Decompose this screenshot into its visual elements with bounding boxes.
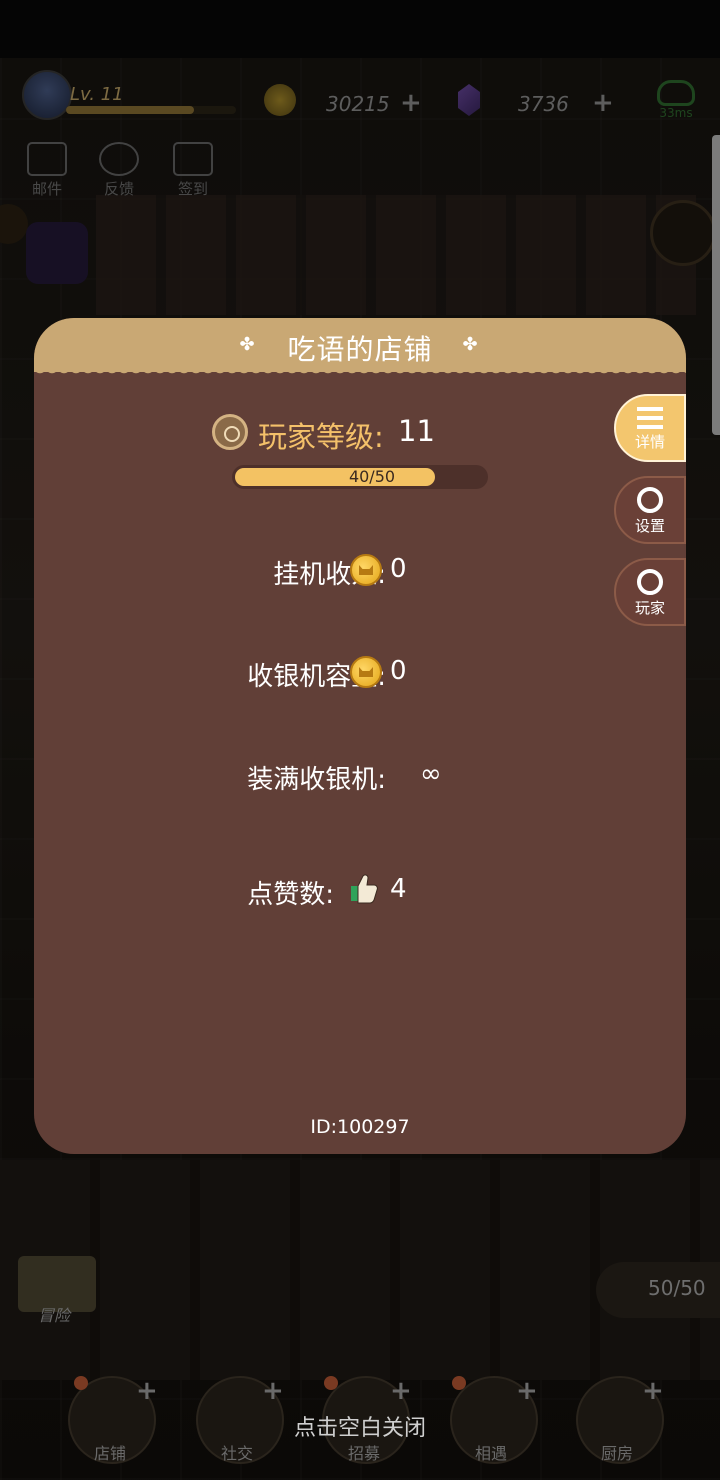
tab-settings-label: 设置 (634, 517, 665, 535)
nav-shop-plus: + (136, 1376, 158, 1406)
level-progress-text: 40/50 (348, 467, 396, 486)
encounter-alert-dot (452, 1376, 466, 1390)
gear-icon (637, 487, 663, 513)
likes-label: 点赞数: (247, 880, 334, 910)
cat-coin-icon (350, 554, 382, 586)
tab-player[interactable]: 玩家 (614, 558, 686, 626)
nav-encounter-plus: + (516, 1376, 538, 1406)
tab-details[interactable]: 详情 (614, 394, 686, 462)
tab-player-label: 玩家 (634, 599, 665, 617)
clover-right-icon: ✤ (462, 334, 478, 355)
tap-to-close-hint: 点击空白关闭 (293, 1416, 426, 1441)
fill-register-label: 装满收银机: (247, 765, 386, 795)
level-progress-bar: 40/50 (232, 465, 488, 489)
panel-title: 吃语的店铺 (287, 333, 433, 366)
gear-icon (637, 569, 663, 595)
rank-badge-icon (212, 414, 248, 450)
shop-alert-dot (74, 1376, 88, 1390)
tab-details-label: 详情 (634, 433, 665, 451)
likes-value: 4 (390, 874, 407, 904)
thumbs-up-icon (351, 874, 378, 904)
nav-social-plus: + (262, 1376, 284, 1406)
shop-info-panel: ✤ 吃语的店铺 ✤ 玩家等级: 11 40/50 挂机收入: 0 收银机容量: … (34, 318, 686, 1154)
player-id: ID:100297 (310, 1116, 410, 1138)
player-level-value: 11 (398, 414, 435, 448)
nav-encounter-label: 相遇 (474, 1444, 507, 1463)
nav-social-label: 社交 (220, 1444, 253, 1463)
nav-recruit-plus: + (390, 1376, 412, 1406)
nav-kitchen-label: 厨房 (600, 1444, 633, 1463)
register-capacity-value: 0 (390, 656, 407, 686)
idle-income-value: 0 (390, 554, 407, 584)
fill-register-value: ∞ (420, 759, 442, 789)
tab-settings[interactable]: 设置 (614, 476, 686, 544)
adventure-label: 冒险 (38, 1306, 71, 1325)
recruit-alert-dot (324, 1376, 338, 1390)
nav-recruit-label: 招募 (347, 1444, 380, 1463)
nav-kitchen-plus: + (642, 1376, 664, 1406)
energy-text: 50/50 (648, 1276, 706, 1300)
player-level-label: 玩家等级: (258, 420, 384, 454)
nav-shop-label: 店铺 (93, 1444, 126, 1463)
list-icon (637, 407, 663, 429)
cat-coin-icon (350, 656, 382, 688)
